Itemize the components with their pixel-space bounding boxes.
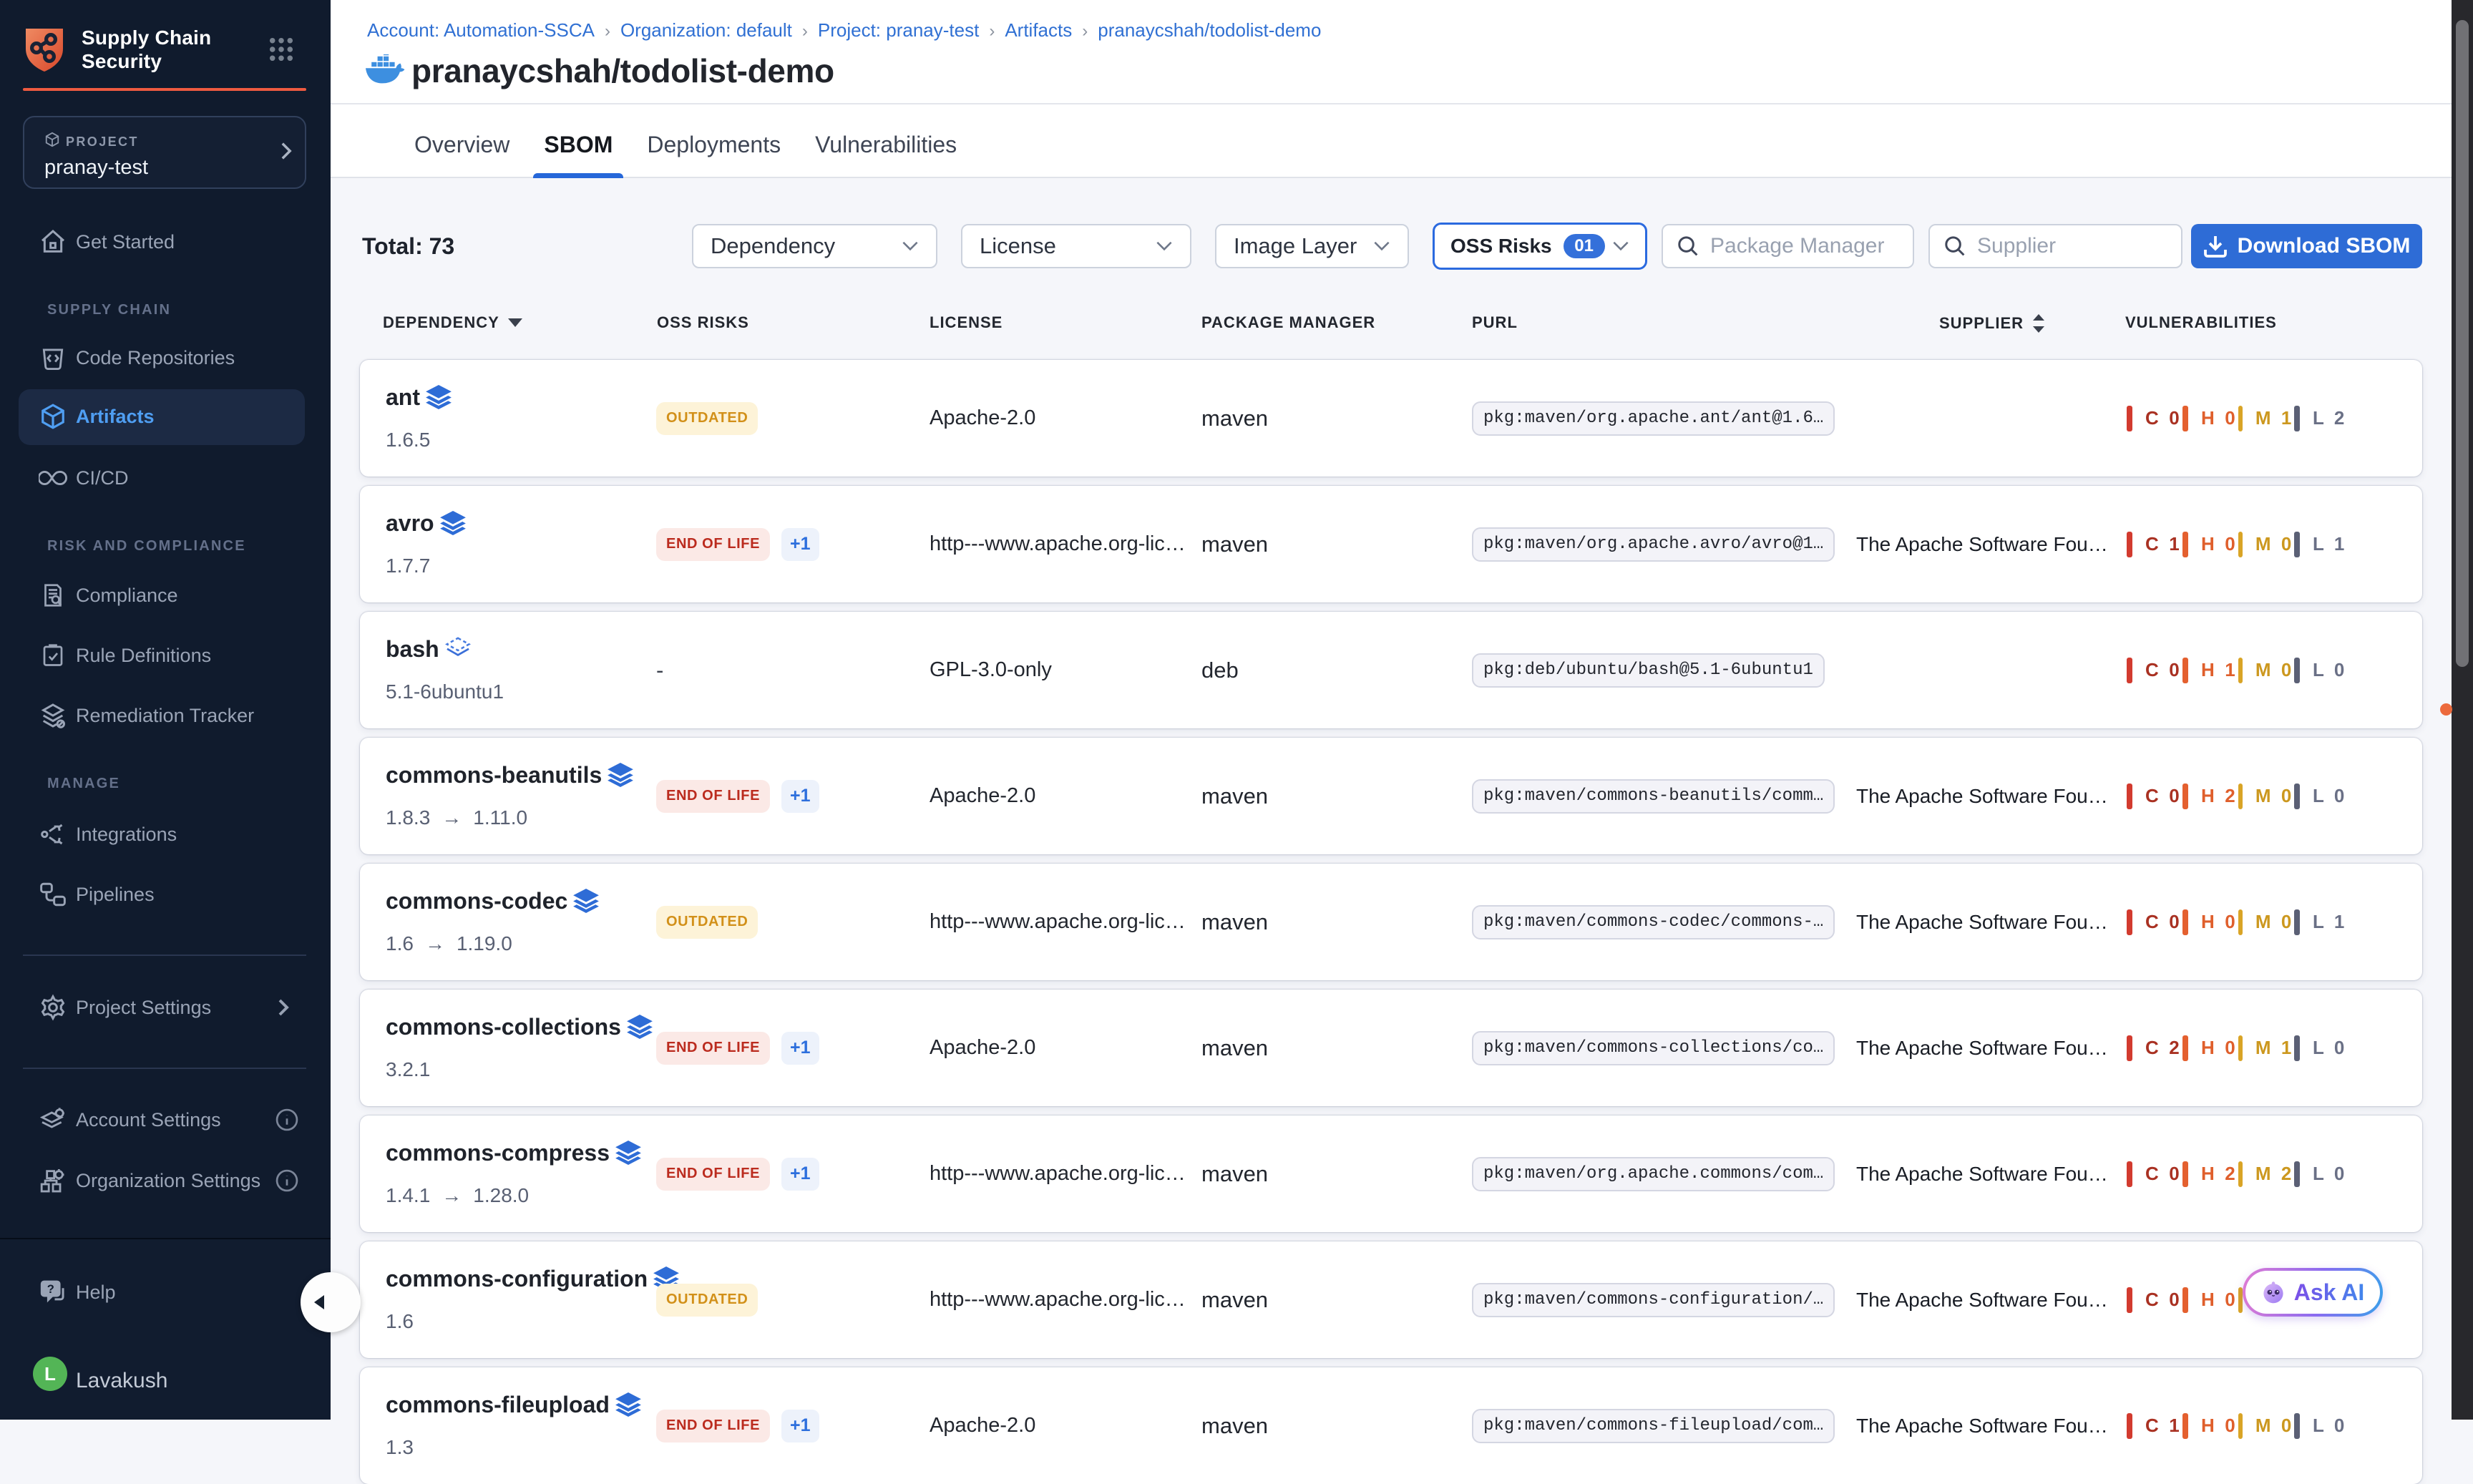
svg-text:?: ? [47,1282,54,1296]
